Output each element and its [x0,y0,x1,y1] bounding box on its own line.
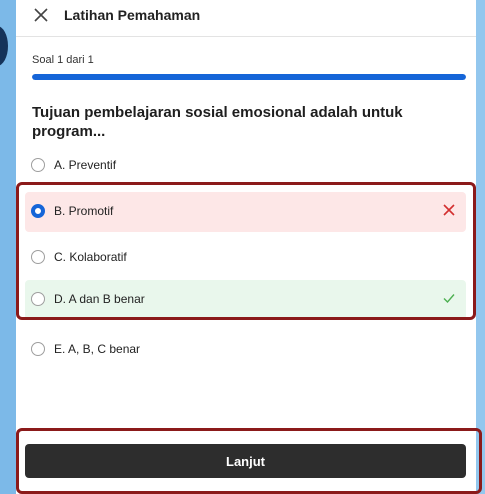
option-b[interactable]: B. Promotif [25,192,466,232]
title-bar: Latihan Pemahaman [16,0,476,37]
progress-bar [32,74,466,80]
progress-label: Soal 1 dari 1 [32,54,94,66]
option-label: A. Preventif [54,158,117,172]
radio-button[interactable] [31,158,45,172]
background-decoration [0,26,8,66]
radio-button-selected[interactable] [31,204,45,218]
radio-button[interactable] [31,250,45,264]
option-label: D. A dan B benar [54,292,145,306]
option-label: B. Promotif [54,204,114,218]
option-e[interactable]: E. A, B, C benar [25,330,466,370]
cross-icon [443,204,455,216]
option-a[interactable]: A. Preventif [25,146,466,186]
radio-button[interactable] [31,292,45,306]
progress-fill [32,74,466,80]
radio-button[interactable] [31,342,45,356]
page-title: Latihan Pemahaman [64,7,201,23]
option-label: C. Kolaboratif [54,250,127,264]
next-button[interactable]: Lanjut [25,444,466,478]
option-d[interactable]: D. A dan B benar [25,280,466,320]
question-text: Tujuan pembelajaran sosial emosional ada… [32,104,403,140]
option-c[interactable]: C. Kolaboratif [25,238,466,278]
close-icon[interactable] [32,6,50,24]
check-icon [443,294,455,304]
quiz-panel: Latihan Pemahaman Soal 1 dari 1 Tujuan p… [16,0,476,494]
option-label: E. A, B, C benar [54,342,141,356]
background-strip [476,0,485,494]
